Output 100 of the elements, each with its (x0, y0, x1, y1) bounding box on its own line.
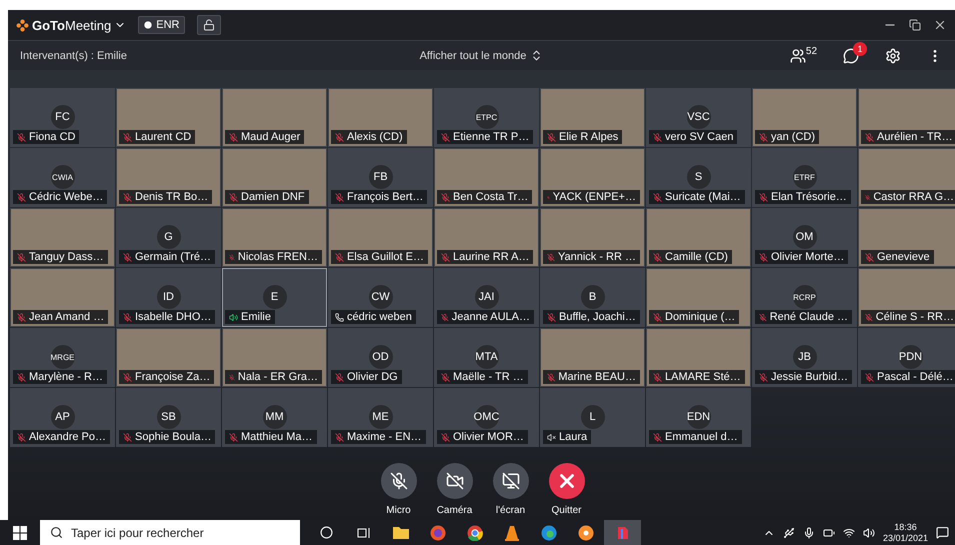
usb-icon[interactable] (782, 526, 795, 538)
participant-tile[interactable]: Camille (CD) (646, 208, 751, 267)
mic-button[interactable] (380, 463, 416, 499)
close-icon[interactable] (933, 18, 947, 32)
participant-tile[interactable]: AP Alexandre Po… (10, 388, 115, 447)
participant-tile[interactable]: Nala - ER Gra… (222, 328, 327, 387)
app-icon (616, 524, 630, 540)
participant-tile[interactable]: B Buffle, Joachi… (540, 268, 645, 327)
participant-tile[interactable]: Maud Auger (222, 88, 327, 147)
mic-muted-icon (759, 192, 768, 202)
notifications-icon[interactable] (936, 526, 949, 539)
flower-icon (578, 524, 594, 540)
participant-tile[interactable]: Elsa Guillot E… (328, 208, 433, 267)
participant-tile[interactable]: MRGE Marylène - R… (10, 328, 115, 387)
microphone-icon[interactable] (802, 526, 815, 538)
camera-button[interactable] (436, 463, 472, 499)
participant-tile[interactable]: Damien DNF (222, 148, 327, 207)
mic-muted-icon (759, 372, 768, 382)
mic-muted-icon (441, 432, 450, 442)
participant-tile[interactable]: Elie R Alpes (540, 88, 645, 147)
participant-tile[interactable]: JAI Jeanne AULA… (434, 268, 539, 327)
participant-tile[interactable]: JB Jessie Burbid… (752, 328, 857, 387)
participant-tile[interactable]: Laurine RR A… (434, 208, 539, 267)
participant-tile[interactable]: CWIA Cédric Webe… (10, 148, 115, 207)
participant-name: Dominique (… (649, 310, 740, 324)
participant-tile[interactable]: Castor RRA G… (858, 148, 955, 207)
initials-avatar: ETRF (792, 165, 816, 189)
participant-name: Fiona CD (13, 130, 80, 144)
participant-tile[interactable]: Tanguy Dass… (10, 208, 115, 267)
participant-tile[interactable]: Dominique (… (646, 268, 751, 327)
participant-tile[interactable]: Jean Amand … (10, 268, 115, 327)
participant-tile[interactable]: YACK (ENPE+… (540, 148, 645, 207)
mic-muted-icon (335, 192, 344, 202)
participant-tile[interactable]: MTA Maëlle - TR … (434, 328, 539, 387)
participant-tile[interactable]: Yannick - RR … (540, 208, 645, 267)
initials-avatar: RCRP (792, 285, 816, 309)
participant-tile[interactable]: OM Olivier Morte… (752, 208, 857, 267)
taskbar-search-field[interactable]: Taper ici pour rechercher (40, 520, 300, 545)
taskbar-clock[interactable]: 18:36 23/01/2021 (882, 522, 928, 544)
settings-icon[interactable] (885, 48, 902, 64)
participant-tile[interactable]: EDN Emmanuel d… (646, 388, 751, 447)
participant-tile[interactable]: Ben Costa Tr… (434, 148, 539, 207)
mic-muted-icon (335, 372, 344, 382)
wifi-icon[interactable] (842, 526, 855, 538)
initials-avatar: G (156, 225, 180, 249)
participant-tile[interactable]: Genevieve (858, 208, 955, 267)
participant-tile[interactable]: FB François Bert… (328, 148, 433, 207)
initials-avatar: FB (368, 165, 392, 189)
participant-tile[interactable]: PDN Pascal - Délé… (858, 328, 955, 387)
participant-name: Cédric Webe… (13, 190, 108, 204)
participant-name: Camille (CD) (649, 250, 732, 264)
participant-tile[interactable]: VSC vero SV Caen (646, 88, 751, 147)
participant-tile[interactable]: Aurélien - TR… (858, 88, 955, 147)
participant-tile[interactable]: L Laura (540, 388, 645, 447)
participant-tile[interactable]: ETPC Etienne TR P… (434, 88, 539, 147)
lock-button[interactable] (197, 15, 222, 35)
mic-muted-icon (123, 432, 132, 442)
participant-tile[interactable]: FC Fiona CD (10, 88, 115, 147)
participant-name: Olivier DG (331, 370, 402, 384)
control-label: Quitter (551, 505, 582, 516)
battery-icon[interactable] (822, 526, 835, 538)
participant-tile[interactable]: Nicolas FREN… (222, 208, 327, 267)
participant-tile[interactable]: Françoise Za… (116, 328, 221, 387)
participant-tile[interactable]: RCRP René Claude … (752, 268, 857, 327)
participant-name: Françoise Za… (119, 370, 214, 384)
participant-tile[interactable]: ME Maxime - EN… (328, 388, 433, 447)
participant-tile[interactable]: S Suricate (Mai… (646, 148, 751, 207)
participant-tile[interactable]: Laurent CD (116, 88, 221, 147)
participant-tile[interactable]: yan (CD) (752, 88, 857, 147)
initials-avatar: ME (368, 405, 392, 429)
participant-name: Nala - ER Gra… (225, 370, 322, 384)
participant-tile[interactable]: ETRF Elan Trésorie… (752, 148, 857, 207)
quit-button[interactable] (548, 463, 584, 499)
screen-button[interactable] (492, 463, 528, 499)
mic-muted-icon (759, 312, 767, 322)
participant-tile[interactable]: OMC Olivier MOR… (434, 388, 539, 447)
attendees-icon[interactable] (790, 48, 806, 64)
participant-tile[interactable]: Denis TR Bo… (116, 148, 221, 207)
participant-tile[interactable]: E Emilie (222, 268, 327, 327)
mic-muted-icon (17, 372, 26, 382)
participant-tile[interactable]: OD Olivier DG (328, 328, 433, 387)
chat-icon[interactable] (843, 48, 860, 64)
participant-tile[interactable]: Marine BEAU… (540, 328, 645, 387)
participant-tile[interactable]: ID Isabelle DHO… (116, 268, 221, 327)
participant-tile[interactable]: G Germain (Tré… (116, 208, 221, 267)
participant-tile[interactable]: Céline S - RR… (858, 268, 955, 327)
volume-icon[interactable] (862, 526, 875, 538)
view-mode-selector[interactable]: Afficher tout le monde (420, 50, 526, 62)
initials-avatar: AP (50, 405, 74, 429)
participant-tile[interactable]: LAMARE Sté… (646, 328, 751, 387)
restore-icon[interactable] (909, 19, 921, 31)
app-logo[interactable]: GoToMeeting (16, 18, 126, 32)
participant-tile[interactable]: CW cédric weben (328, 268, 433, 327)
participant-tile[interactable]: Alexis (CD) (328, 88, 433, 147)
participant-name: Castor RRA G… (861, 190, 955, 204)
mic-muted-icon (653, 312, 662, 322)
participant-tile[interactable]: SB Sophie Boula… (116, 388, 221, 447)
recording-indicator[interactable]: ENR (138, 16, 186, 34)
participant-name: Matthieu Ma… (225, 430, 317, 444)
participant-tile[interactable]: MM Matthieu Ma… (222, 388, 327, 447)
